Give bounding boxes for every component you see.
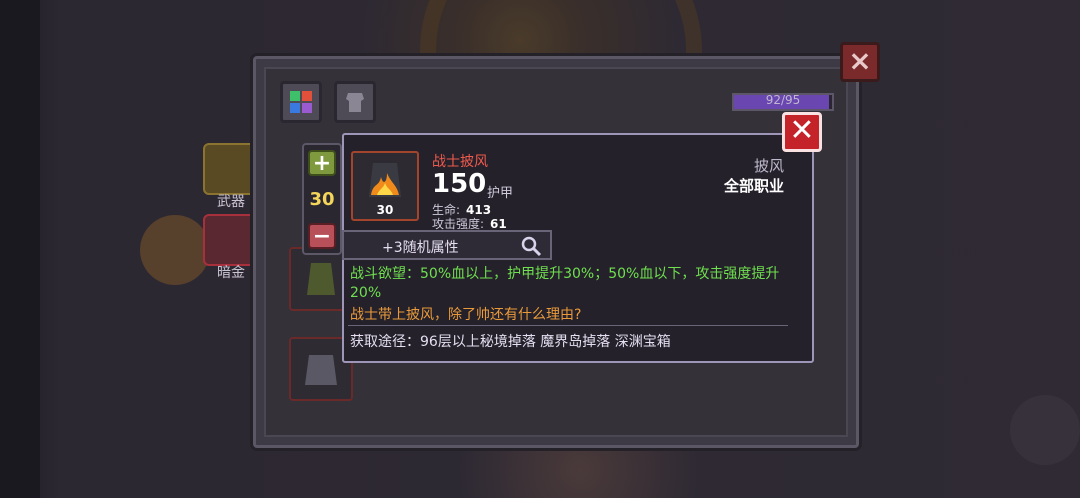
item-type: 披风 [753, 157, 784, 175]
item-power: 150 [432, 169, 487, 199]
background-home-orb [140, 215, 210, 285]
random-attribute-box[interactable]: +3随机属性 [342, 230, 552, 260]
decrease-button[interactable]: − [308, 223, 336, 249]
quantity-stepper: + 30 − [302, 143, 342, 255]
flame-cape-icon [369, 163, 401, 197]
close-icon: ✕ [789, 113, 815, 148]
background-left-strip [0, 0, 40, 498]
side-tab-dark-gold-label: 暗金 [217, 265, 245, 281]
armor-icon [346, 93, 364, 112]
quantity-value: 30 [309, 189, 335, 210]
item-flavor-text: 战士带上披风，除了帅还有什么理由? [350, 307, 582, 323]
close-icon: × [848, 44, 872, 77]
item-stat-label: 攻击强度: [432, 217, 485, 231]
side-tab-dark-gold[interactable]: 暗金 [203, 214, 259, 281]
random-attribute-label: +3随机属性 [382, 240, 459, 256]
item-effect-text: 战斗欲望：50%血以上，护甲提升30%；50%血以下，攻击强度提升20% [350, 266, 780, 301]
background-orb [1010, 395, 1080, 465]
item-class: 全部职业 [723, 177, 784, 195]
inventory-capacity-text: 92/95 [765, 93, 801, 107]
item-power-unit: 护甲 [487, 186, 514, 201]
tab-armor[interactable] [334, 81, 376, 123]
grid-icon [290, 91, 312, 113]
tooltip-divider [348, 325, 788, 326]
side-tab-weapon[interactable]: 武器 [203, 143, 259, 210]
item-icon-frame: 30 [351, 151, 419, 221]
item-name: 战士披风 [432, 154, 488, 170]
increase-button[interactable]: + [308, 150, 336, 176]
tooltip-close-button[interactable]: ✕ [782, 112, 822, 152]
magnifier-icon[interactable] [520, 235, 542, 257]
item-stat-value: 61 [490, 217, 507, 231]
panel-close-button[interactable]: × [840, 42, 880, 82]
side-tab-weapon-label: 武器 [217, 194, 245, 210]
item-source-text: 获取途径：96层以上秘境掉落 魔界岛掉落 深渊宝箱 [350, 334, 671, 350]
inventory-capacity-bar: 92/95 [732, 93, 834, 111]
tab-all-items[interactable] [280, 81, 322, 123]
item-level: 30 [376, 203, 394, 217]
